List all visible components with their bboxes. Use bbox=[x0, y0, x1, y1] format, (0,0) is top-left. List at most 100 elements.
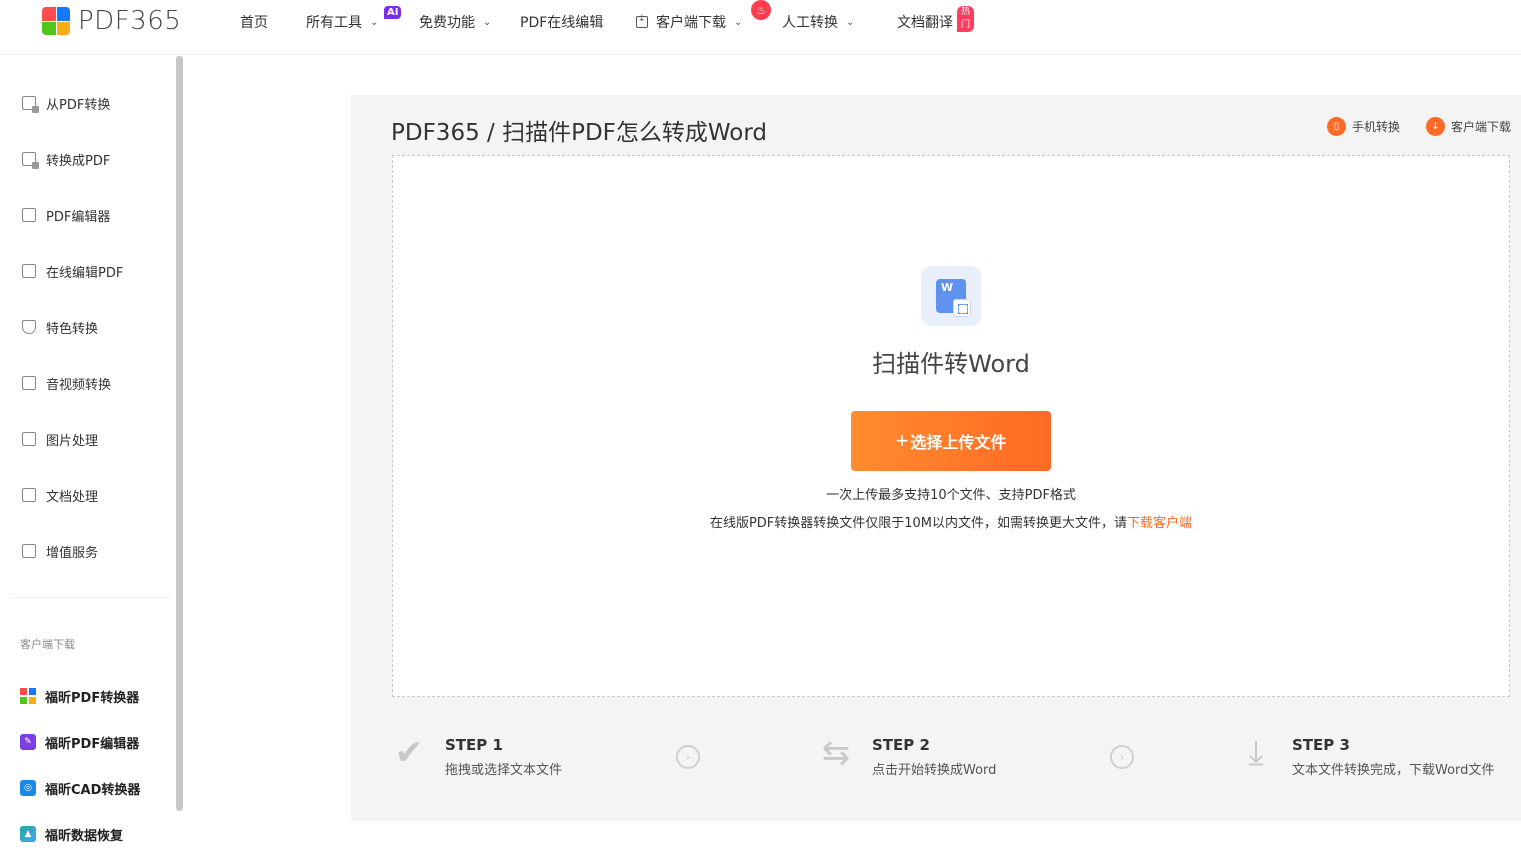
media-icon bbox=[22, 376, 36, 390]
nav-manual-conversion[interactable]: 人工转换 ⌄ bbox=[782, 12, 854, 32]
sidebar-item-value-added[interactable]: 增值服务 bbox=[22, 541, 98, 561]
nav-online-edit-label: PDF在线编辑 bbox=[520, 15, 604, 31]
step-title: STEP 1 bbox=[445, 736, 503, 754]
nav-client-download-label: 客户端下载 bbox=[656, 15, 726, 31]
nav-free-features[interactable]: 免费功能 ⌄ bbox=[419, 12, 491, 32]
arrow-right-circle-icon: › bbox=[1110, 745, 1134, 769]
chevron-down-icon: ⌄ bbox=[734, 16, 743, 28]
pdf-from-icon bbox=[22, 96, 39, 113]
sidebar-item-pdf-editor[interactable]: PDF编辑器 bbox=[22, 205, 110, 225]
plus-icon: + bbox=[895, 428, 909, 453]
sidebar-item-label: 音视频转换 bbox=[46, 377, 112, 393]
pdf-converter-icon bbox=[20, 688, 36, 704]
download-client-link[interactable]: 下载客户端 bbox=[1127, 516, 1192, 531]
swap-arrows-icon: ⇆ bbox=[821, 733, 851, 773]
pdf-editor-app-icon: ✎ bbox=[20, 734, 36, 750]
hot-badge: 热门 bbox=[957, 6, 975, 32]
sidebar-item-from-pdf[interactable]: 从PDF转换 bbox=[22, 93, 110, 113]
nav-free-label: 免费功能 bbox=[419, 15, 475, 31]
cad-converter-icon: ◎ bbox=[20, 780, 36, 796]
online-edit-icon bbox=[22, 264, 36, 278]
step-desc: 文本文件转换完成，下载Word文件 bbox=[1292, 763, 1495, 778]
top-links: ▯ 手机转换 ↓ 客户端下载 bbox=[1301, 117, 1511, 136]
list-icon bbox=[22, 544, 36, 558]
upload-limit-hint: 一次上传最多支持10个文件、支持PDF格式 bbox=[826, 488, 1076, 503]
sidebar-item-document[interactable]: 文档处理 bbox=[22, 485, 98, 505]
client-item-label: 福昕CAD转换器 bbox=[45, 782, 141, 798]
step-title: STEP 3 bbox=[1292, 736, 1350, 754]
pdf-to-icon bbox=[22, 152, 39, 169]
document-icon bbox=[22, 488, 36, 502]
nav-doc-translate[interactable]: 文档翻译 bbox=[897, 12, 953, 32]
client-item-pdf-editor[interactable]: ✎ 福昕PDF编辑器 bbox=[20, 732, 139, 752]
sidebar-item-label: 在线编辑PDF bbox=[46, 265, 124, 281]
nav-all-tools[interactable]: 所有工具 ⌄ bbox=[306, 12, 378, 32]
brand-logo[interactable]: PDF365 bbox=[42, 6, 181, 36]
step-3: ⤓ STEP 3 文本文件转换完成，下载Word文件 bbox=[1238, 735, 1494, 778]
sidebar-item-online-edit[interactable]: 在线编辑PDF bbox=[22, 261, 123, 281]
step-desc: 拖拽或选择文本文件 bbox=[445, 763, 563, 778]
download-icon: ↓ bbox=[1425, 117, 1445, 136]
client-item-cad-converter[interactable]: ◎ 福昕CAD转换器 bbox=[20, 778, 140, 798]
client-item-data-recovery[interactable]: ▲ 福昕数据恢复 bbox=[20, 824, 123, 844]
image-icon bbox=[22, 432, 36, 446]
sidebar-item-special[interactable]: 特色转换 bbox=[22, 317, 98, 337]
logo-mark-icon bbox=[42, 7, 70, 35]
chevron-down-icon: ⌄ bbox=[483, 16, 492, 28]
client-download-caption: 客户端下载 bbox=[20, 638, 75, 651]
client-item-label: 福昕数据恢复 bbox=[45, 828, 124, 844]
sidebar-scrollbar[interactable] bbox=[176, 56, 183, 811]
ai-badge: AI bbox=[384, 6, 402, 19]
size-limit-text: 在线版PDF转换器转换文件仅限于10M以内文件，如需转换更大文件，请 bbox=[709, 516, 1128, 531]
nav-online-edit[interactable]: PDF在线编辑 bbox=[520, 12, 603, 32]
data-recovery-icon: ▲ bbox=[20, 826, 36, 842]
brand-name: PDF365 bbox=[78, 6, 182, 36]
nav-all-tools-label: 所有工具 bbox=[306, 15, 362, 31]
check-icon: ✔ bbox=[394, 733, 424, 773]
upload-file-button[interactable]: + 选择上传文件 bbox=[851, 411, 1051, 471]
nav-home-label: 首页 bbox=[240, 15, 268, 31]
breadcrumb: PDF365 / 扫描件PDF怎么转成Word bbox=[391, 120, 768, 146]
sidebar-divider bbox=[12, 597, 170, 598]
download-tray-icon: ⤓ bbox=[1248, 733, 1264, 773]
chevron-down-icon: ⌄ bbox=[846, 16, 855, 28]
sidebar-item-label: 特色转换 bbox=[46, 321, 99, 337]
file-dropzone[interactable]: W 扫描件转Word + 选择上传文件 一次上传最多支持10个文件、支持PDF格… bbox=[392, 155, 1510, 697]
tool-title: 扫描件转Word bbox=[872, 350, 1030, 378]
download-icon bbox=[636, 14, 648, 28]
step-1: ✔ STEP 1 拖拽或选择文本文件 bbox=[391, 735, 562, 778]
step-desc: 点击开始转换成Word bbox=[872, 763, 997, 778]
step-title: STEP 2 bbox=[872, 736, 930, 754]
top-navigation-bar: PDF365 首页 所有工具 ⌄ AI 免费功能 ⌄ PDF在线编辑 客户端下载… bbox=[0, 0, 1521, 55]
nav-home[interactable]: 首页 bbox=[240, 12, 268, 32]
sidebar-item-label: 增值服务 bbox=[46, 545, 99, 561]
arrow-right-circle-icon: › bbox=[676, 745, 700, 769]
client-item-label: 福昕PDF编辑器 bbox=[45, 736, 140, 752]
sidebar-item-label: 图片处理 bbox=[46, 433, 99, 449]
sidebar-item-media[interactable]: 音视频转换 bbox=[22, 373, 111, 393]
nav-manual-label: 人工转换 bbox=[782, 15, 838, 31]
size-limit-hint: 在线版PDF转换器转换文件仅限于10M以内文件，如需转换更大文件，请下载客户端 bbox=[393, 512, 1509, 531]
sidebar-item-to-pdf[interactable]: 转换成PDF bbox=[22, 149, 110, 169]
nav-client-download[interactable]: 客户端下载 ⌄ bbox=[636, 12, 742, 32]
mobile-convert-link[interactable]: ▯ 手机转换 bbox=[1326, 117, 1400, 136]
phone-icon: ▯ bbox=[1326, 117, 1346, 136]
nav-translate-label: 文档翻译 bbox=[897, 15, 953, 31]
sidebar-item-label: 转换成PDF bbox=[46, 153, 111, 169]
mobile-link-label: 手机转换 bbox=[1351, 120, 1400, 134]
client-link-label: 客户端下载 bbox=[1450, 120, 1511, 134]
pdf-editor-icon bbox=[22, 208, 36, 222]
client-item-label: 福昕PDF转换器 bbox=[45, 690, 140, 706]
sidebar-item-label: 文档处理 bbox=[46, 489, 99, 505]
step-2: ⇆ STEP 2 点击开始转换成Word bbox=[818, 733, 997, 778]
sidebar-item-image[interactable]: 图片处理 bbox=[22, 429, 98, 449]
sidebar-item-label: PDF编辑器 bbox=[46, 209, 111, 225]
sidebar-item-label: 从PDF转换 bbox=[46, 97, 111, 113]
client-download-link[interactable]: ↓ 客户端下载 bbox=[1425, 117, 1511, 136]
star-shield-icon bbox=[22, 320, 36, 334]
chevron-down-icon: ⌄ bbox=[370, 16, 379, 28]
scan-to-word-icon: W bbox=[921, 266, 981, 326]
main-panel: PDF365 / 扫描件PDF怎么转成Word ▯ 手机转换 ↓ 客户端下载 W… bbox=[351, 95, 1521, 821]
fire-icon: ♨ bbox=[751, 0, 771, 20]
client-item-pdf-converter[interactable]: 福昕PDF转换器 bbox=[20, 686, 139, 706]
